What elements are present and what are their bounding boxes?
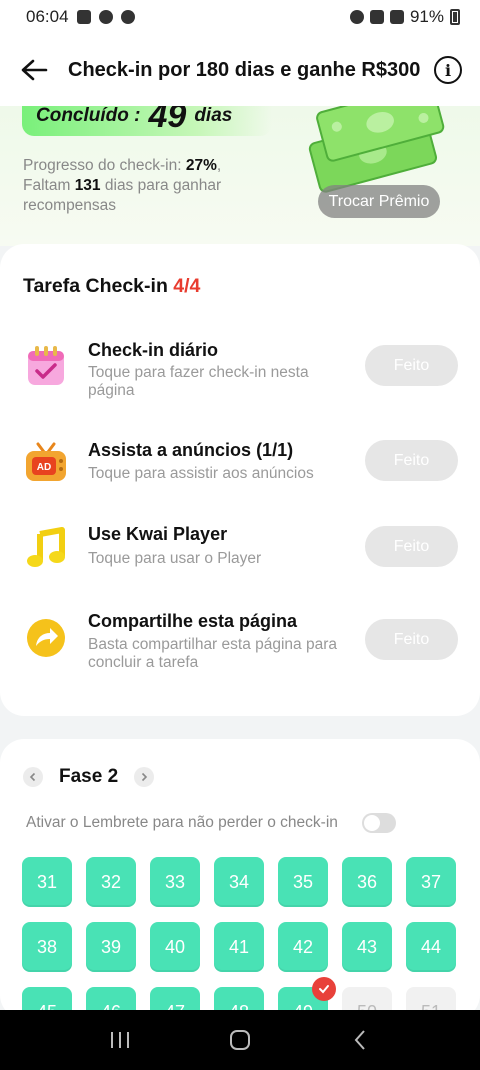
task-description: Toque para assistir aos anúncios (88, 465, 314, 482)
info-button[interactable]: i (434, 56, 462, 84)
day-cell[interactable]: 34 (214, 857, 264, 907)
task-item-watch-ads: AD Assista a anúncios (1/1) Toque para a… (0, 440, 480, 520)
day-cell[interactable]: 38 (22, 922, 72, 972)
day-cell[interactable]: 35 (278, 857, 328, 907)
money-pile-icon (308, 96, 445, 193)
task-name: Check-in diário (88, 340, 219, 360)
svg-text:AD: AD (37, 462, 51, 473)
task-name: Assista a anúncios (1/1) (88, 440, 294, 460)
task-item-kwai-player: Use Kwai Player Toque para usar o Player… (0, 524, 480, 606)
recent-apps-button[interactable] (100, 1020, 140, 1060)
back-button[interactable] (18, 54, 50, 86)
reminder-label: Ativar o Lembrete para não perder o chec… (26, 814, 338, 831)
previous-phase-button[interactable] (23, 767, 43, 787)
day-cell[interactable]: 31 (22, 857, 72, 907)
task-done-button[interactable]: Feito (365, 440, 458, 481)
battery-percent: 91% (409, 7, 444, 26)
task-name: Compartilhe esta página (88, 611, 298, 631)
tasks-title: Tarefa Check-in 4/4 (23, 275, 200, 298)
page-title: Check-in por 180 dias e ganhe R$300 (68, 58, 421, 81)
task-done-button[interactable]: Feito (365, 345, 458, 386)
signal-icon (389, 10, 404, 24)
status-time: 06:04 (26, 7, 69, 26)
calendar-icon (28, 346, 64, 385)
day-number: 40 (164, 936, 186, 957)
task-done-button[interactable]: Feito (365, 526, 458, 567)
day-cell[interactable]: 33 (150, 857, 200, 907)
task-done-button[interactable]: Feito (365, 619, 458, 660)
day-number: 44 (420, 936, 442, 957)
day-number: 33 (164, 871, 186, 892)
day-number: 32 (100, 871, 122, 892)
day-cell[interactable]: 40 (150, 922, 200, 972)
checkmark-badge-icon (312, 977, 336, 1001)
progress-percent: 27% (185, 157, 217, 174)
chevron-left-icon (354, 1030, 365, 1050)
share-icon (27, 619, 65, 657)
location-icon (349, 10, 364, 24)
recent-apps-icon (111, 1032, 129, 1048)
day-cell[interactable]: 41 (214, 922, 264, 972)
day-number: 31 (36, 871, 58, 892)
whatsapp-icon (98, 10, 113, 24)
app-header: Check-in por 180 dias e ganhe R$300 i (0, 34, 480, 106)
phase-navigator: Fase 2 (23, 766, 155, 788)
day-cell[interactable]: 44 (406, 922, 456, 972)
status-bar: 06:04 91% (0, 0, 480, 34)
progress-label: Progresso do check-in: (23, 157, 182, 174)
info-icon: i (444, 60, 452, 80)
task-item-daily-checkin: Check-in diário Toque para fazer check-i… (0, 338, 480, 418)
phase-card: Fase 2 Ativar o Lembrete para não perder… (0, 739, 480, 1019)
system-nav-bar (0, 1010, 480, 1070)
home-button[interactable] (220, 1020, 260, 1060)
gallery-icon (76, 10, 91, 24)
next-phase-button[interactable] (134, 767, 155, 787)
task-description: Toque para fazer check-in nesta página (88, 364, 309, 399)
day-number: 39 (100, 936, 122, 957)
day-cell[interactable]: 39 (86, 922, 136, 972)
remaining-days: 131 (74, 177, 101, 194)
day-number: 41 (228, 936, 250, 957)
task-item-share-page: Compartilhe esta página Basta compartilh… (0, 611, 480, 691)
ad-tv-icon: AD (26, 442, 66, 481)
system-back-button[interactable] (340, 1020, 380, 1060)
progress-description: Progresso do check-in: 27%, Faltam 131 d… (23, 157, 222, 214)
day-number: 34 (228, 871, 250, 892)
checkin-progress-hero: Concluído : 49 dias Progresso do check-i… (0, 96, 480, 246)
day-number: 38 (36, 936, 58, 957)
day-number: 43 (356, 936, 378, 957)
task-description: Toque para usar o Player (88, 550, 262, 567)
home-icon (230, 1030, 250, 1050)
day-number: 37 (420, 871, 442, 892)
battery-icon (450, 9, 460, 25)
day-cell[interactable]: 32 (86, 857, 136, 907)
phase-title: Fase 2 (59, 766, 119, 787)
day-cell[interactable]: 43 (342, 922, 392, 972)
day-cell[interactable]: 36 (342, 857, 392, 907)
day-number: 35 (292, 871, 314, 892)
music-note-icon (27, 527, 65, 567)
task-name: Use Kwai Player (88, 524, 228, 544)
task-description: Basta compartilhar esta página para conc… (88, 636, 338, 671)
day-number: 42 (292, 936, 314, 957)
tasks-card: Tarefa Check-in 4/4 Check-in diário Toqu… (0, 244, 480, 716)
completed-days-unit: dias (194, 105, 233, 126)
day-number: 36 (356, 871, 378, 892)
chevron-left-icon (29, 772, 36, 782)
back-arrow-icon (21, 59, 48, 81)
notification-icon (120, 10, 135, 24)
chevron-right-icon (142, 772, 148, 782)
swap-prize-button[interactable]: Trocar Prêmio (318, 185, 440, 218)
day-cell[interactable]: 37 (406, 857, 456, 907)
completed-label: Concluído : (36, 105, 141, 126)
remaining-prefix: Faltam (23, 177, 71, 194)
tasks-title-text: Tarefa Check-in (23, 275, 168, 297)
wifi-icon (369, 10, 384, 24)
day-cell[interactable]: 42 (278, 922, 328, 972)
tasks-count: 4/4 (173, 275, 201, 297)
reminder-toggle[interactable] (362, 813, 396, 833)
